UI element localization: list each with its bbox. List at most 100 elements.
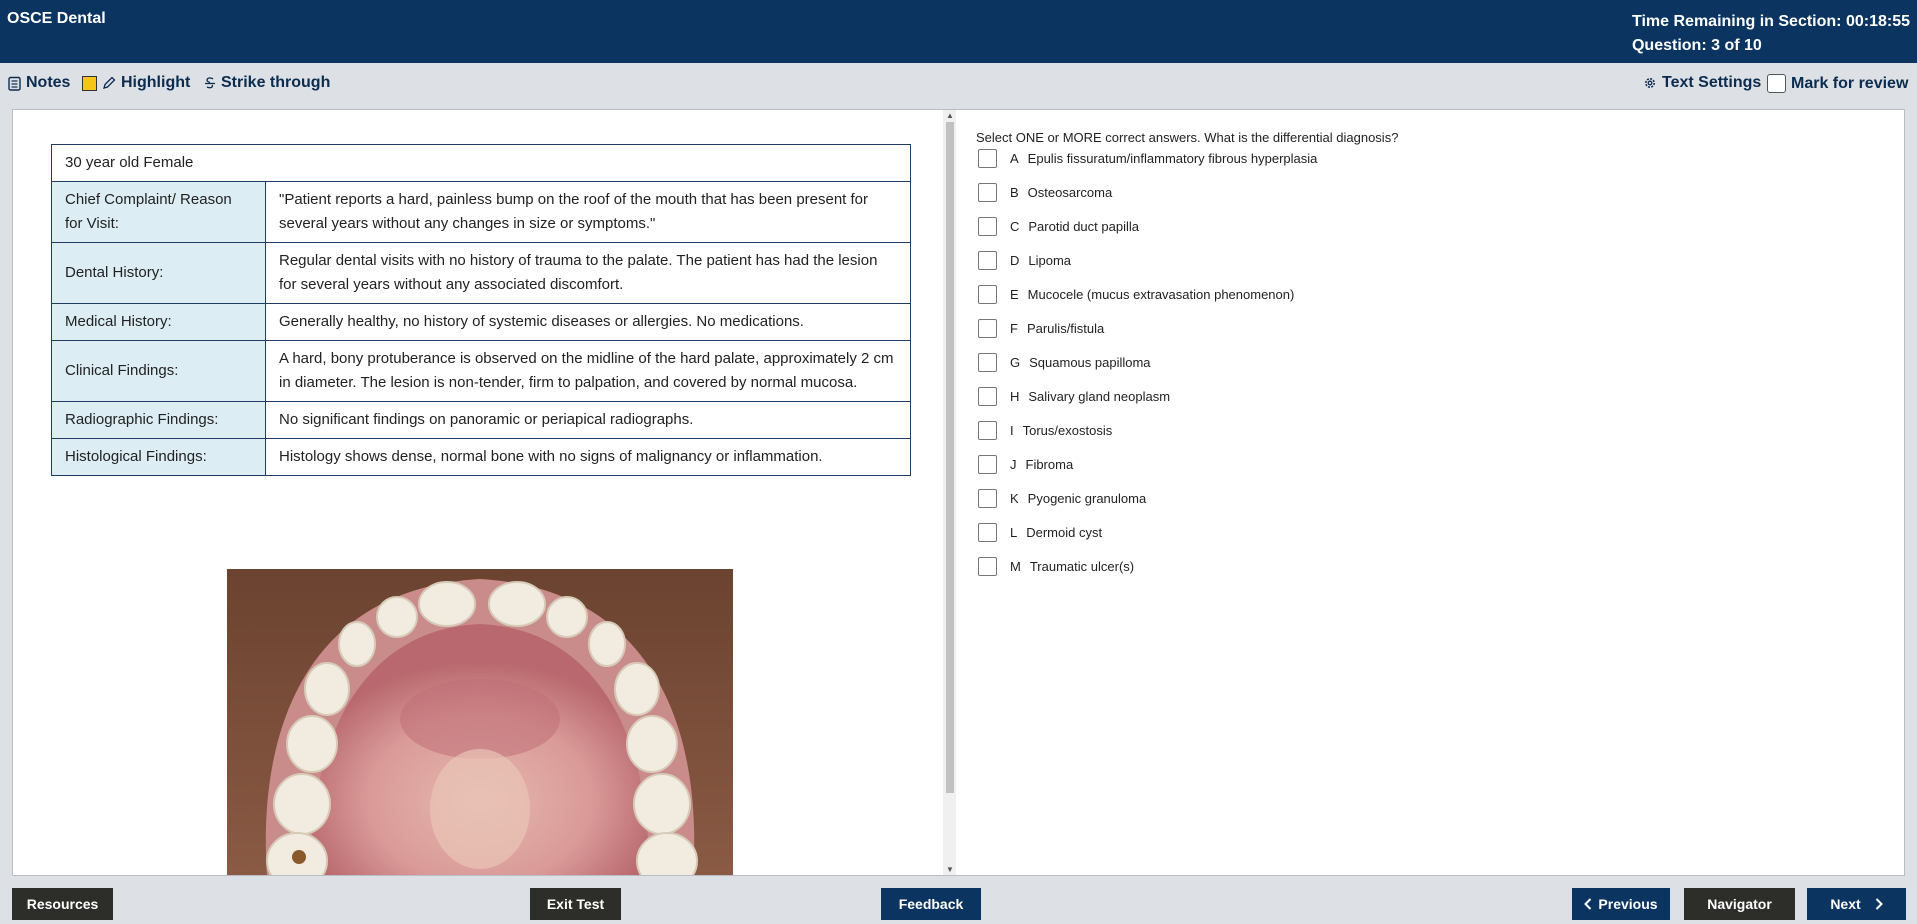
strike-through-button[interactable]: Strike through [204,74,330,92]
option-c[interactable]: C Parotid duct papilla [976,217,1139,236]
scroll-thumb[interactable] [946,122,954,793]
option-letter: E [1010,287,1019,302]
option-j[interactable]: J Fibroma [976,455,1073,474]
option-b[interactable]: B Osteosarcoma [976,183,1112,202]
gear-icon [1645,78,1655,88]
exit-test-label: Exit Test [546,896,605,912]
highlight-color-swatch[interactable] [82,75,97,91]
table-row: Clinical Findings: A hard, bony protuber… [51,340,911,402]
option-text: Osteosarcoma [1027,185,1113,200]
option-checkbox[interactable] [978,523,997,542]
mark-for-review-label: Mark for review [1791,74,1909,92]
option-checkbox[interactable] [978,149,997,168]
row-label: Chief Complaint/ Reason for Visit: [51,181,266,243]
time-remaining: Time Remaining in Section: 00:18:55 [1631,13,1910,30]
question-counter: Question: 3 of 10 [1631,37,1762,54]
header-bar: OSCE Dental Time Remaining in Section: 0… [0,0,1917,63]
option-k[interactable]: K Pyogenic granuloma [976,489,1146,508]
option-checkbox[interactable] [978,387,997,406]
option-checkbox[interactable] [978,421,997,440]
option-i[interactable]: I Torus/exostosis [976,421,1112,440]
option-letter: G [1010,355,1021,370]
text-settings-label: Text Settings [1662,74,1762,91]
scroll-up-arrow-icon[interactable]: ▲ [946,111,954,120]
mark-for-review-checkbox[interactable] [1767,74,1786,93]
toolbar: Notes Highlight Strike through Text Sett… [0,63,1917,105]
option-text: Traumatic ulcer(s) [1029,559,1135,574]
option-h[interactable]: H Salivary gland neoplasm [976,387,1170,406]
option-checkbox[interactable] [978,319,997,338]
option-checkbox[interactable] [978,455,997,474]
case-pane-scrollbar[interactable]: ▲ ▼ [943,110,956,875]
navigator-button[interactable]: Navigator [1684,888,1795,920]
navigator-label: Navigator [1707,896,1772,912]
option-letter: C [1010,219,1020,234]
option-l[interactable]: L Dermoid cyst [976,523,1102,542]
case-table: 30 year old Female Chief Complaint/ Reas… [51,144,911,476]
feedback-label: Feedback [898,896,964,912]
row-value: Generally healthy, no history of systemi… [265,303,911,341]
option-e[interactable]: E Mucocele (mucus extravasation phenomen… [976,285,1294,304]
table-row: Medical History: Generally healthy, no h… [51,303,911,341]
option-letter: L [1010,525,1018,540]
scroll-down-arrow-icon[interactable]: ▼ [946,865,954,874]
previous-label: Previous [1598,896,1658,912]
option-checkbox[interactable] [978,217,997,236]
row-label: Dental History: [51,242,266,304]
option-checkbox[interactable] [978,285,997,304]
option-checkbox[interactable] [978,557,997,576]
text-settings-button[interactable]: Text Settings [1643,74,1761,92]
exit-test-button[interactable]: Exit Test [530,888,621,920]
notes-button[interactable]: Notes [8,74,70,92]
option-checkbox[interactable] [978,489,997,508]
row-value: Regular dental visits with no history of… [265,242,911,304]
option-letter: J [1010,457,1017,472]
table-row: Chief Complaint/ Reason for Visit: "Pati… [51,181,911,243]
option-letter: I [1010,423,1014,438]
option-letter: A [1010,151,1019,166]
option-f[interactable]: F Parulis/fistula [976,319,1104,338]
question-content: 30 year old Female Chief Complaint/ Reas… [12,109,1905,876]
case-pane: 30 year old Female Chief Complaint/ Reas… [13,110,943,875]
highlight-button[interactable]: Highlight [82,74,190,92]
option-text: Epulis fissuratum/inflammatory fibrous h… [1027,151,1318,166]
answer-pane: Select ONE or MORE correct answers. What… [976,110,1896,875]
option-letter: H [1010,389,1020,404]
row-value: "Patient reports a hard, painless bump o… [265,181,911,243]
option-text: Dermoid cyst [1026,525,1103,540]
option-a[interactable]: A Epulis fissuratum/inflammatory fibrous… [976,149,1317,168]
question-prompt: Select ONE or MORE correct answers. What… [976,130,1399,145]
highlight-label: Highlight [121,74,191,91]
table-row: Radiographic Findings: No significant fi… [51,401,911,439]
option-m[interactable]: M Traumatic ulcer(s) [976,557,1134,576]
option-checkbox[interactable] [978,183,997,202]
option-letter: F [1010,321,1018,336]
clinical-photo [227,569,733,875]
row-label: Medical History: [51,303,266,341]
resources-button[interactable]: Resources [12,888,113,920]
previous-button[interactable]: Previous [1572,888,1670,920]
app-title: OSCE Dental [7,10,106,27]
chevron-right-icon [1875,898,1883,910]
mark-for-review-toggle[interactable]: Mark for review [1767,74,1908,93]
option-letter: D [1010,253,1020,268]
row-label: Clinical Findings: [51,340,266,402]
row-value: A hard, bony protuberance is observed on… [265,340,911,402]
option-d[interactable]: D Lipoma [976,251,1071,270]
chevron-left-icon [1584,898,1592,910]
option-checkbox[interactable] [978,251,997,270]
option-g[interactable]: G Squamous papilloma [976,353,1151,372]
notes-label: Notes [26,74,71,91]
option-text: Torus/exostosis [1022,423,1113,438]
row-value: Histology shows dense, normal bone with … [265,438,911,476]
row-value: No significant findings on panoramic or … [265,401,911,439]
option-text: Squamous papilloma [1029,355,1151,370]
feedback-button[interactable]: Feedback [881,888,981,920]
notes-icon [8,76,21,91]
next-button[interactable]: Next [1807,888,1906,920]
patient-demographics: 30 year old Female [51,144,911,182]
option-letter: M [1010,559,1021,574]
option-text: Salivary gland neoplasm [1028,389,1171,404]
option-checkbox[interactable] [978,353,997,372]
row-label: Radiographic Findings: [51,401,266,439]
